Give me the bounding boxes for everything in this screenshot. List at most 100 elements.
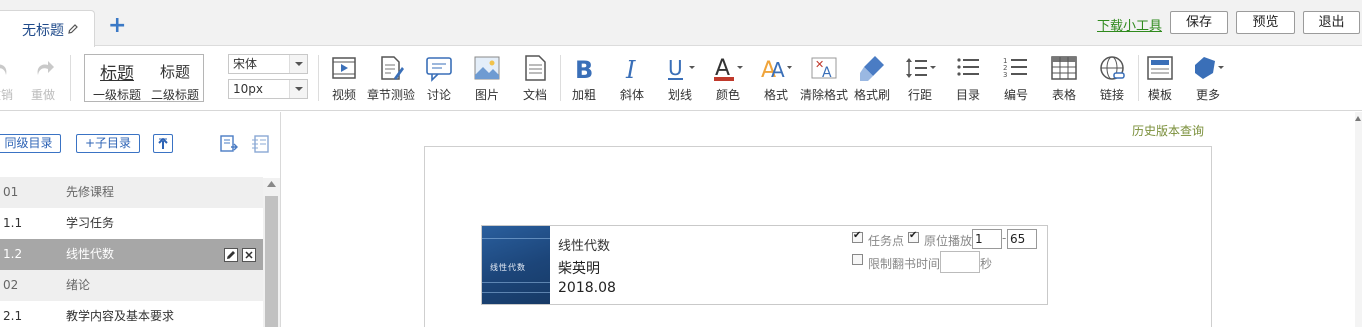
- italic-button[interactable]: I 斜体: [616, 53, 648, 103]
- video-button[interactable]: 视频: [328, 53, 360, 103]
- heading2-label: 二级标题: [150, 88, 199, 102]
- editor-scrollbar[interactable]: [1355, 112, 1362, 327]
- clear-format-button[interactable]: ✕ A 清除格式: [800, 53, 848, 103]
- seconds-unit-label: 秒: [980, 257, 993, 271]
- editor-toolbar: 撤销 重做 标题 一级标题 标题 二级标题 宋体 10px 视频: [0, 47, 1362, 111]
- outline-row[interactable]: 1.1 学习任务: [0, 208, 263, 239]
- italic-icon: I: [625, 56, 636, 83]
- undo-button[interactable]: 撤销: [0, 53, 16, 103]
- toolbar-divider: [318, 55, 319, 101]
- scroll-up-icon[interactable]: [267, 181, 276, 187]
- heading2-button[interactable]: 标题 二级标题: [147, 61, 203, 103]
- font-color-icon: A: [714, 56, 743, 81]
- heading1-button[interactable]: 标题 一级标题: [89, 59, 145, 103]
- delete-row-button[interactable]: [242, 248, 256, 262]
- bold-button[interactable]: B 加粗: [568, 53, 600, 103]
- inplace-play-checkbox[interactable]: [908, 230, 919, 243]
- page-from-input[interactable]: 1: [972, 229, 1002, 249]
- font-family-value: 宋体: [233, 57, 258, 71]
- table-label: 表格: [1051, 88, 1076, 102]
- chevron-down-icon: [289, 80, 307, 98]
- chapter-quiz-button[interactable]: 章节测验: [366, 53, 416, 103]
- template-button[interactable]: 模板: [1144, 53, 1176, 103]
- more-button[interactable]: 更多: [1190, 53, 1226, 103]
- add-child-button[interactable]: +子目录: [76, 134, 140, 153]
- task-point-checkbox[interactable]: [852, 230, 863, 243]
- row-title: 先修课程: [66, 185, 115, 199]
- save-button[interactable]: 保存: [1170, 11, 1228, 34]
- table-button[interactable]: 表格: [1048, 53, 1080, 103]
- row-title: 学习任务: [66, 216, 115, 230]
- discussion-button[interactable]: 讨论: [423, 53, 455, 103]
- font-color-label: 颜色: [715, 88, 740, 102]
- preview-button[interactable]: 预览: [1236, 11, 1295, 34]
- list-button[interactable]: 目录: [952, 53, 984, 103]
- scroll-up-icon[interactable]: [1355, 116, 1361, 121]
- history-version-link[interactable]: 历史版本查询: [1132, 122, 1204, 139]
- page-to-input[interactable]: 65: [1007, 229, 1037, 249]
- outline-row[interactable]: 2.1 教学内容及基本要求: [0, 301, 263, 327]
- limit-flip-checkbox[interactable]: [852, 254, 863, 265]
- format-icon: A A: [761, 58, 792, 83]
- underline-label: 划线: [667, 88, 692, 102]
- template-label: 模板: [1147, 88, 1172, 102]
- outline-row-chapter[interactable]: 02 绪论: [0, 270, 263, 301]
- link-icon: [1100, 56, 1125, 80]
- add-sibling-button[interactable]: 同级目录: [0, 134, 61, 153]
- outline-row-selected[interactable]: 1.2 线性代数: [0, 239, 263, 270]
- underline-button[interactable]: U 划线: [662, 53, 698, 103]
- clear-format-label: 清除格式: [800, 88, 849, 102]
- italic-label: 斜体: [619, 88, 644, 102]
- format-button[interactable]: A A 格式: [758, 53, 794, 103]
- import-icon[interactable]: [219, 134, 239, 154]
- numbered-list-button[interactable]: 1 2 3 编号: [1000, 53, 1032, 103]
- add-tab-icon[interactable]: +: [108, 15, 126, 37]
- outline-scrollbar-thumb[interactable]: [265, 196, 278, 327]
- bold-icon: B: [575, 56, 593, 83]
- document-icon: [525, 55, 546, 81]
- font-size-select[interactable]: 10px: [228, 79, 308, 99]
- editor-page[interactable]: 线性代数 线性代数 柴英明 2018.08 任务点 原位播放 1 - 65 限制…: [424, 146, 1212, 327]
- font-color-button[interactable]: A 颜色: [710, 53, 746, 103]
- exit-button[interactable]: 退出: [1303, 11, 1360, 34]
- line-spacing-icon: [906, 58, 936, 78]
- format-brush-button[interactable]: 格式刷: [853, 53, 891, 103]
- document-button[interactable]: 文档: [519, 53, 551, 103]
- line-spacing-button[interactable]: 行距: [902, 53, 938, 103]
- heading-style-box: 标题 一级标题 标题 二级标题: [84, 54, 204, 102]
- book-cover: 线性代数: [482, 226, 550, 304]
- link-label: 链接: [1099, 88, 1124, 102]
- font-family-select[interactable]: 宋体: [228, 54, 308, 74]
- edit-row-button[interactable]: [224, 248, 238, 262]
- heading1-sample: 标题: [100, 64, 134, 84]
- numbered-list-label: 编号: [1003, 88, 1028, 102]
- outline-view-icon[interactable]: [251, 134, 271, 154]
- chevron-down-icon: [289, 55, 307, 73]
- svg-text:I: I: [625, 56, 636, 83]
- svg-text:U: U: [668, 56, 683, 80]
- document-tab[interactable]: 无标题: [0, 10, 95, 47]
- row-title: 教学内容及基本要求: [66, 309, 175, 323]
- image-button[interactable]: 图片: [471, 53, 503, 103]
- outline-row-chapter[interactable]: 01 先修课程: [0, 177, 263, 208]
- row-number: 2.1: [3, 309, 23, 323]
- pencil-icon[interactable]: [67, 23, 79, 35]
- row-number: 02: [3, 278, 19, 292]
- pencil-icon: [227, 251, 235, 259]
- redo-button[interactable]: 重做: [28, 53, 58, 103]
- cover-decoration: [482, 292, 550, 293]
- download-tool-link[interactable]: 下载小工具: [1097, 15, 1162, 34]
- move-up-button[interactable]: [153, 134, 173, 153]
- table-icon: [1051, 56, 1077, 80]
- link-button[interactable]: 链接: [1096, 53, 1128, 103]
- row-title: 线性代数: [66, 247, 115, 261]
- limit-flip-label: 限制翻书时间: [868, 257, 941, 271]
- heading1-label: 一级标题: [92, 88, 141, 102]
- svg-text:3: 3: [1003, 71, 1007, 79]
- limit-seconds-input[interactable]: [940, 251, 980, 273]
- quiz-icon: [381, 56, 404, 80]
- book-card[interactable]: 线性代数 线性代数 柴英明 2018.08 任务点 原位播放 1 - 65 限制…: [481, 225, 1048, 305]
- video-icon: [332, 57, 356, 79]
- toolbar-divider: [70, 55, 71, 101]
- document-tab-title[interactable]: 无标题: [22, 20, 64, 40]
